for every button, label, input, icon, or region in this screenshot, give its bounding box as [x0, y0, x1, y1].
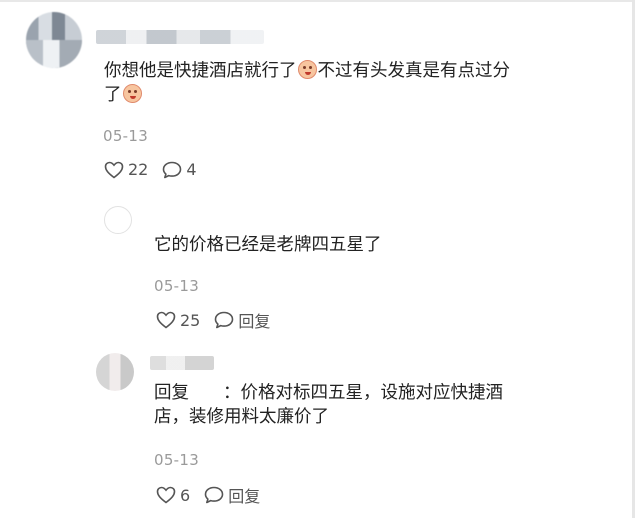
top-border [0, 0, 635, 2]
comment-actions: 22 4 [104, 160, 211, 179]
avatar[interactable] [26, 12, 82, 68]
heart-outline-icon [156, 486, 176, 504]
username-blurred[interactable] [96, 30, 264, 44]
reply-text: 回复 ：价格对标四五星，设施对应快捷酒 店，装修用料太廉价了 [154, 381, 574, 429]
heart-outline-icon [104, 161, 124, 179]
like-button[interactable]: 25 [156, 311, 200, 330]
comment-date: 05-13 [103, 127, 149, 145]
reply-actions: 25 回复 [156, 308, 284, 332]
comment-text: 你想他是快捷酒店就行了 不过有头发真是有点过分 了 [104, 59, 584, 107]
reply-count: 4 [186, 160, 197, 179]
speech-bubble-icon [214, 311, 234, 329]
reply-avatar[interactable] [104, 206, 132, 234]
reply-label: 回复 [228, 487, 261, 506]
comment-text-part1: 你想他是快捷酒店就行了 [104, 61, 297, 81]
reply-button[interactable]: 回复 [204, 483, 260, 507]
heart-outline-icon [156, 311, 176, 329]
crying-face-emoji-icon [297, 60, 317, 79]
reply-prefix: 回复 [154, 383, 189, 403]
username-blurred[interactable] [150, 356, 214, 370]
reply-count-button[interactable]: 4 [162, 160, 197, 179]
like-count: 22 [128, 160, 149, 179]
reply-date: 05-13 [154, 451, 200, 469]
like-button[interactable]: 22 [104, 160, 148, 179]
reply-text-line1: ：价格对标四五星，设施对应快捷酒 [223, 383, 503, 403]
reply-actions: 6 回复 [156, 483, 274, 507]
like-count: 6 [180, 485, 191, 505]
speech-bubble-icon [162, 161, 182, 179]
like-count: 25 [180, 310, 201, 330]
crying-face-emoji-icon [122, 84, 142, 103]
reply-avatar[interactable] [96, 353, 134, 391]
reply-text: 它的价格已经是老牌四五星了 [154, 235, 382, 255]
reply-date: 05-13 [154, 277, 200, 295]
comment-text-part3: 了 [104, 85, 122, 105]
reply-label: 回复 [238, 312, 271, 331]
like-button[interactable]: 6 [156, 486, 190, 505]
reply-button[interactable]: 回复 [214, 308, 270, 332]
speech-bubble-icon [204, 486, 224, 504]
comment-text-part2: 不过有头发真是有点过分 [317, 61, 511, 81]
reply-text-line2: 店，装修用料太廉价了 [154, 407, 329, 427]
